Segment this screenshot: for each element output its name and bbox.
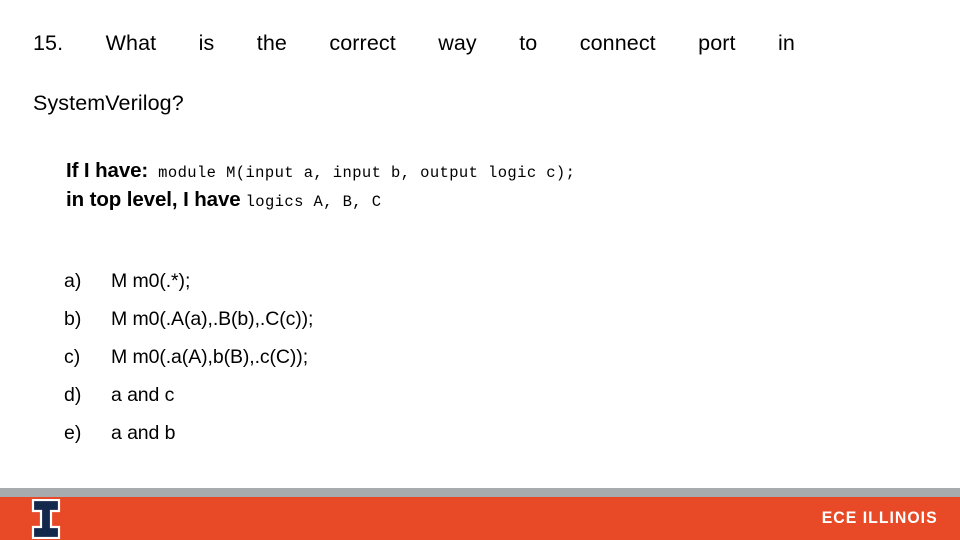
premise-label-1: If I have: — [66, 159, 149, 182]
option-a[interactable]: a) M m0(.*); — [64, 270, 824, 308]
premise-code-2: logics A, B, C — [245, 193, 382, 211]
premise-line-1: If I have: module M(input a, input b, out… — [66, 156, 906, 185]
question-line-1: 15. What is the correct way to connect p… — [33, 31, 795, 55]
question-line-2: SystemVerilog? — [33, 91, 184, 115]
option-a-text: M m0(.*); — [111, 270, 191, 292]
illinois-block-i-icon — [31, 499, 61, 539]
footer-gray-divider — [0, 488, 960, 497]
option-d-marker: d) — [64, 384, 82, 406]
answer-options-list: a) M m0(.*); b) M m0(.A(a),.B(b),.C(c));… — [64, 270, 824, 460]
premise-code-1: module M(input a, input b, output logic … — [158, 164, 576, 182]
premise-block: If I have: module M(input a, input b, out… — [66, 156, 906, 214]
option-c-text: M m0(.a(A),b(B),.c(C)); — [111, 346, 309, 368]
option-b-marker: b) — [64, 308, 82, 330]
premise-line-2: in top level, I have logics A, B, C — [66, 185, 906, 214]
option-c[interactable]: c) M m0(.a(A),b(B),.c(C)); — [64, 346, 824, 384]
option-e-marker: e) — [64, 422, 82, 444]
option-e[interactable]: e) a and b — [64, 422, 824, 460]
footer-brand-band — [0, 497, 960, 540]
page-title: 15. What is the correct way to connect p… — [33, 28, 795, 118]
option-e-text: a and b — [111, 422, 176, 444]
option-d-text: a and c — [111, 384, 175, 406]
option-c-marker: c) — [64, 346, 81, 368]
option-d[interactable]: d) a and c — [64, 384, 824, 422]
option-a-marker: a) — [64, 270, 82, 292]
option-b-text: M m0(.A(a),.B(b),.C(c)); — [111, 308, 314, 330]
slide-canvas: 15. What is the correct way to connect p… — [0, 0, 960, 540]
premise-label-2: in top level, I have — [66, 188, 241, 211]
option-b[interactable]: b) M m0(.A(a),.B(b),.C(c)); — [64, 308, 824, 346]
ece-illinois-wordmark: ECE ILLINOIS — [822, 508, 938, 527]
